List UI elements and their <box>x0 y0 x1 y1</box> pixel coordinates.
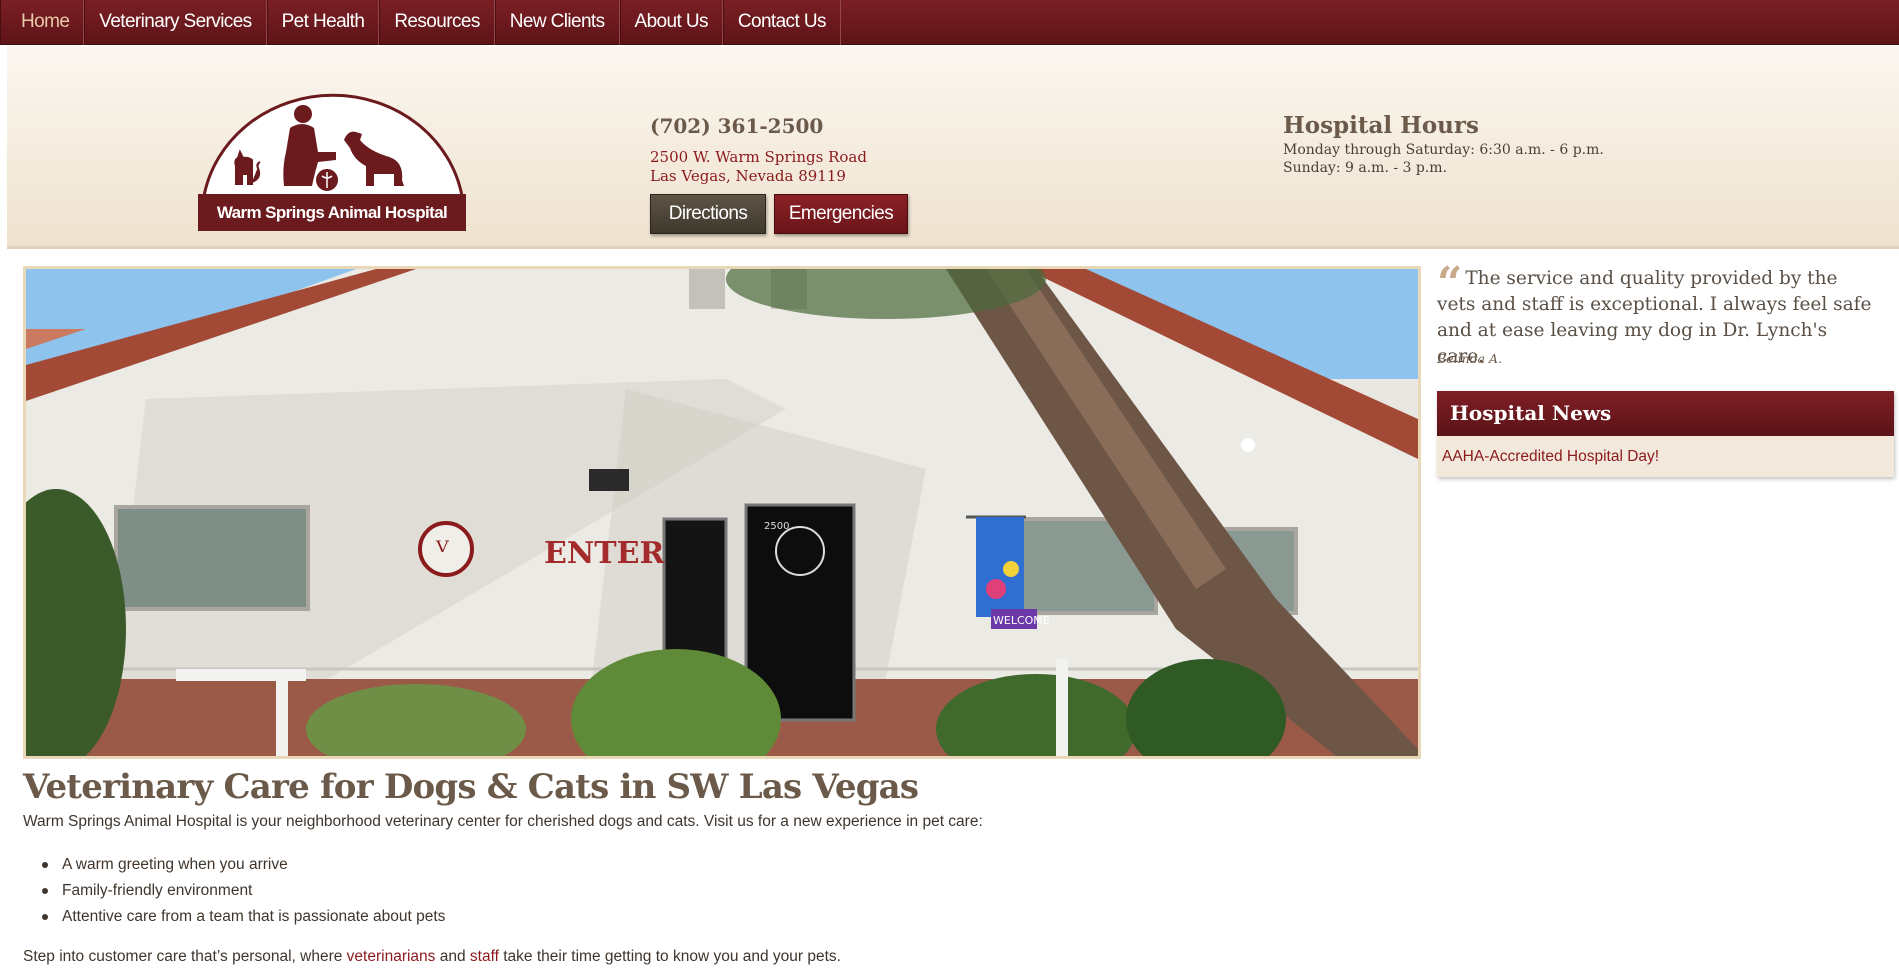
address-line-2[interactable]: Las Vegas, Nevada 89119 <box>650 167 846 185</box>
hours-sunday: Sunday: 9 a.m. - 3 p.m. <box>1283 160 1448 176</box>
enter-sign-text: ENTER <box>544 536 665 571</box>
phone-number[interactable]: (702) 361-2500 <box>650 114 823 138</box>
list-item: Attentive care from a team that is passi… <box>41 905 445 931</box>
building-photo-illustration: 2500 ⱽ ENTER WELCOME <box>26 269 1418 756</box>
nav-item-about-us[interactable]: About Us <box>619 0 723 45</box>
intro-paragraph: Warm Springs Animal Hospital is your nei… <box>23 813 983 830</box>
main-navigation: Home Veterinary Services Pet Health Reso… <box>0 0 1899 45</box>
hospital-logo[interactable]: Warm Springs Animal Hospital <box>190 68 466 236</box>
logo-text: Warm Springs Animal Hospital <box>198 194 466 231</box>
nav-item-resources[interactable]: Resources <box>379 0 495 45</box>
nav-item-veterinary-services[interactable]: Veterinary Services <box>84 0 267 45</box>
list-item: Family-friendly environment <box>41 879 445 905</box>
nav-item-new-clients[interactable]: New Clients <box>494 0 620 45</box>
outro-text-start: Step into customer care that’s personal,… <box>23 948 347 965</box>
veterinarians-link[interactable]: veterinarians <box>347 948 436 965</box>
svg-text:ⱽ: ⱽ <box>435 535 449 568</box>
site-header: Warm Springs Animal Hospital (702) 361-2… <box>7 46 1899 249</box>
hours-weekdays: Monday through Saturday: 6:30 a.m. - 6 p… <box>1283 142 1604 158</box>
door-number-text: 2500 <box>764 521 789 532</box>
outro-paragraph: Step into customer care that’s personal,… <box>23 948 841 966</box>
directions-button[interactable]: Directions <box>650 194 766 234</box>
hospital-news-panel: Hospital News AAHA-Accredited Hospital D… <box>1437 391 1894 477</box>
testimonial-author: Belinda A. <box>1437 351 1503 366</box>
outro-text-end: take their time getting to know you and … <box>498 948 841 965</box>
outro-text-middle: and <box>435 948 470 965</box>
emergencies-button[interactable]: Emergencies <box>774 194 908 234</box>
hospital-news-title: Hospital News <box>1437 391 1894 436</box>
news-item-link[interactable]: AAHA-Accredited Hospital Day! <box>1437 436 1894 477</box>
address-line-1[interactable]: 2500 W. Warm Springs Road <box>650 148 867 166</box>
testimonial-text: The service and quality provided by the … <box>1437 268 1872 367</box>
testimonial-quote: “The service and quality provided by the… <box>1437 262 1877 370</box>
list-item: A warm greeting when you arrive <box>41 853 445 879</box>
nav-item-home[interactable]: Home <box>0 0 85 45</box>
welcome-flag-text: WELCOME <box>993 614 1050 627</box>
nav-item-pet-health[interactable]: Pet Health <box>266 0 380 45</box>
hospital-hours-title: Hospital Hours <box>1283 112 1479 139</box>
features-list: A warm greeting when you arrive Family-f… <box>41 853 445 931</box>
hero-photo: 2500 ⱽ ENTER WELCOME <box>23 266 1421 759</box>
nav-item-contact-us[interactable]: Contact Us <box>722 0 841 45</box>
staff-link[interactable]: staff <box>470 948 499 965</box>
page-heading: Veterinary Care for Dogs & Cats in SW La… <box>23 767 919 807</box>
